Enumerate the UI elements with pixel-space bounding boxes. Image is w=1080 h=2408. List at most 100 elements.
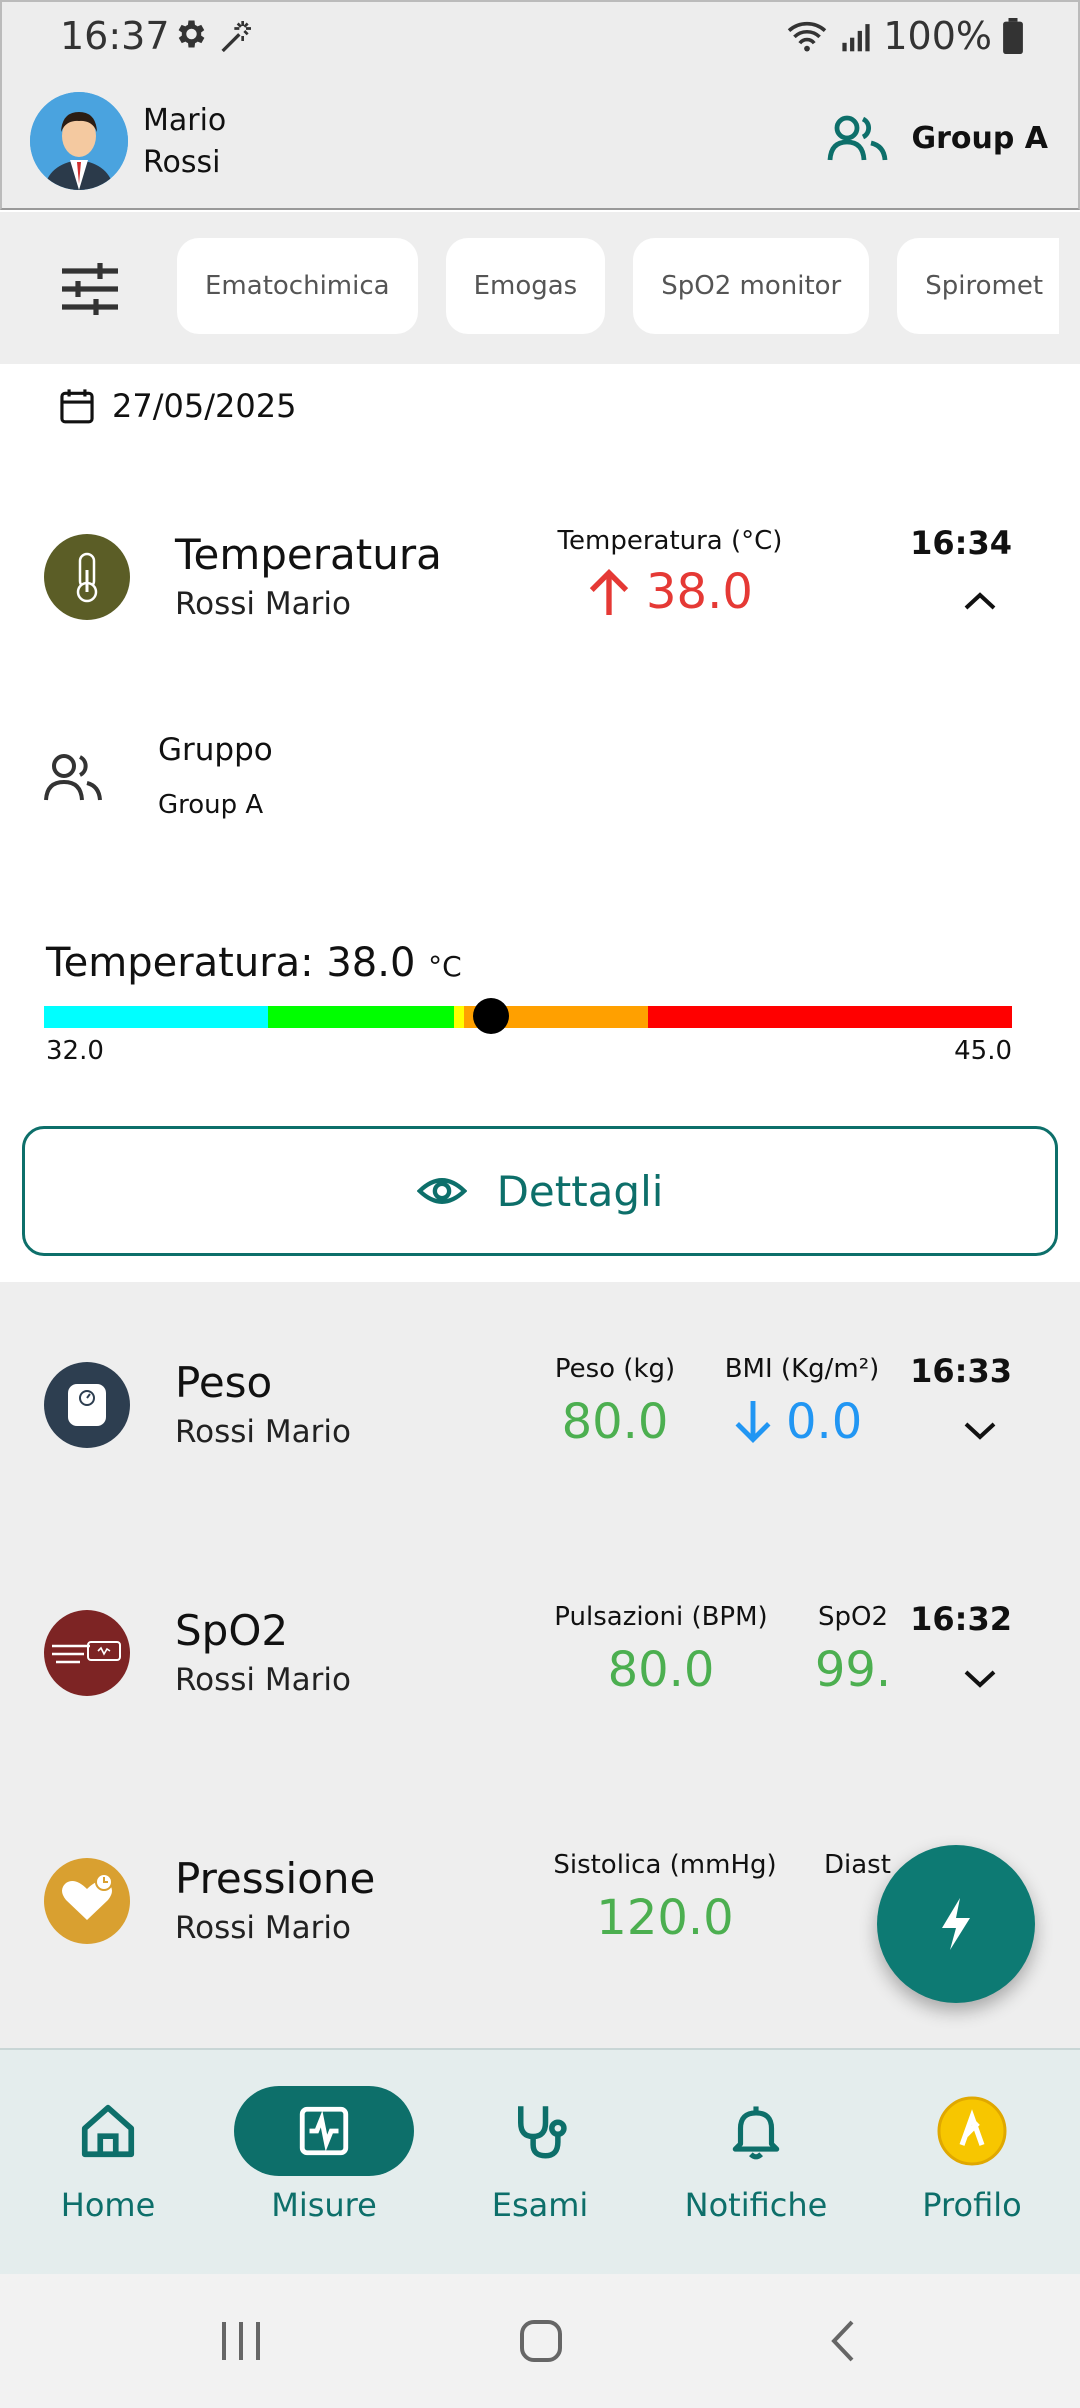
arrow-up-icon — [589, 569, 629, 615]
oximeter-icon — [44, 1610, 130, 1696]
stethoscope-icon — [518, 2106, 567, 2159]
status-time: 16:37 — [60, 14, 170, 58]
chip-emogas[interactable]: Emogas — [445, 238, 606, 334]
home-button-icon[interactable] — [518, 2318, 564, 2364]
temperature-card[interactable]: Temperatura Rossi Mario Temperatura (°C)… — [0, 480, 1080, 1280]
card-patient: Rossi Mario — [175, 1662, 351, 1698]
nav-misure-label: Misure — [271, 2186, 377, 2224]
card-time: 16:34 — [910, 524, 1012, 562]
range-unit: °C — [428, 950, 462, 983]
bottom-nav: Home Misure Esami Notifiche Profilo — [0, 2048, 1080, 2274]
chevron-down-icon[interactable] — [962, 1420, 998, 1442]
arrow-down-icon — [735, 1401, 771, 1443]
card-title: Pressione — [175, 1854, 376, 1903]
recent-apps-icon[interactable] — [218, 2318, 264, 2364]
metric-value-1: 80.0 — [607, 1642, 715, 1698]
magic-wand-icon — [221, 21, 251, 53]
nav-esami[interactable]: Esami — [440, 2086, 640, 2224]
card-time: 16:33 — [910, 1352, 1012, 1390]
profile-logo-icon — [937, 2096, 1007, 2166]
metric-label: Temperatura (°C) — [557, 526, 783, 556]
metric-label-1: Peso (kg) — [554, 1354, 676, 1384]
card-title: Temperatura — [175, 530, 442, 579]
nav-home-label: Home — [60, 2186, 156, 2224]
nav-misure-active-pill — [234, 2086, 414, 2176]
peso-card[interactable]: Peso Rossi Mario Peso (kg) 80.0 BMI (Kg/… — [0, 1282, 1080, 1530]
settings-gear-icon — [178, 20, 205, 48]
spo2-card[interactable]: SpO2 Rossi Mario Pulsazioni (BPM) 80.0 S… — [0, 1530, 1080, 1778]
group-people-icon — [44, 754, 102, 801]
card-patient: Rossi Mario — [175, 1910, 351, 1946]
chip-spo2-monitor[interactable]: SpO2 monitor — [633, 238, 870, 334]
group-title: Gruppo — [158, 732, 273, 768]
app-header: Mario Rossi Group A — [0, 70, 1080, 210]
nav-home[interactable]: Home — [8, 2086, 208, 2224]
temperature-range-bar — [44, 1006, 1012, 1028]
activity-icon — [299, 2106, 349, 2156]
nav-profilo-label: Profilo — [922, 2186, 1022, 2224]
chip-ematochimica[interactable]: Ematochimica — [177, 238, 418, 334]
signal-icon — [842, 24, 870, 52]
chevron-up-icon[interactable] — [962, 590, 998, 612]
date-row: 27/05/2025 — [58, 386, 296, 426]
range-min: 32.0 — [46, 1036, 104, 1066]
metric-value-2: 99. — [814, 1642, 892, 1698]
card-patient: Rossi Mario — [175, 586, 351, 622]
group-info: Gruppo Group A — [44, 732, 273, 820]
range-title-text: Temperatura: 38.0 — [46, 940, 416, 986]
metric-value-1: 80.0 — [561, 1394, 669, 1450]
metric-value-1: 120.0 — [596, 1890, 734, 1946]
battery-icon — [1003, 18, 1023, 54]
home-icon — [81, 2104, 135, 2158]
blood-pressure-icon — [44, 1858, 130, 1944]
system-nav-bar — [0, 2274, 1080, 2408]
group-icon — [828, 115, 888, 161]
battery-percent: 100% — [883, 14, 992, 58]
thermometer-icon — [44, 534, 130, 620]
filter-bar: Ematochimica Emogas SpO2 monitor Spiromet — [0, 212, 1080, 364]
status-bar: 16:37 100% — [0, 0, 1080, 70]
group-label: Group A — [911, 120, 1048, 156]
nav-notifiche-label: Notifiche — [684, 2186, 828, 2224]
details-button[interactable]: Dettagli — [22, 1126, 1058, 1256]
range-title: Temperatura: 38.0 °C — [46, 940, 462, 986]
card-title: SpO2 — [175, 1606, 289, 1655]
wifi-icon — [788, 21, 827, 52]
metric-label-2: SpO2 — [817, 1602, 888, 1632]
quick-action-fab[interactable] — [877, 1845, 1035, 2003]
nav-notifiche[interactable]: Notifiche — [656, 2086, 856, 2224]
range-marker — [472, 998, 509, 1034]
back-icon[interactable] — [822, 2318, 868, 2364]
nav-profilo[interactable]: Profilo — [872, 2086, 1072, 2224]
group-value: Group A — [158, 790, 264, 820]
metric-label-2: BMI (Kg/m²) — [724, 1354, 880, 1384]
metric-label-1: Pulsazioni (BPM) — [554, 1602, 768, 1632]
metric-value: 38.0 — [646, 564, 753, 620]
range-max: 45.0 — [954, 1036, 1012, 1066]
user-avatar[interactable] — [30, 92, 128, 190]
metric-value-2-row: 0.0 — [732, 1394, 862, 1450]
nav-misure[interactable]: Misure — [224, 2086, 424, 2224]
lightning-icon — [942, 1898, 970, 1950]
bell-icon — [732, 2106, 780, 2160]
card-title: Peso — [175, 1358, 273, 1407]
details-label: Dettagli — [496, 1166, 664, 1216]
metric-label-1: Sistolica (mmHg) — [553, 1850, 777, 1880]
group-selector[interactable]: Group A — [827, 114, 1048, 162]
date-label: 27/05/2025 — [112, 387, 297, 425]
user-avatar-icon — [30, 92, 128, 190]
card-patient: Rossi Mario — [175, 1414, 351, 1450]
filter-chips: Ematochimica Emogas SpO2 monitor Spiromet — [177, 238, 1059, 336]
card-time: 16:32 — [910, 1600, 1012, 1638]
calendar-icon — [60, 389, 94, 424]
metric-value-2: 0.0 — [786, 1394, 863, 1450]
chevron-down-icon[interactable] — [962, 1668, 998, 1690]
user-name: Mario Rossi — [143, 103, 227, 180]
metric-value-row: 38.0 — [586, 564, 753, 620]
chip-spirometria[interactable]: Spiromet — [897, 238, 1059, 334]
nav-esami-label: Esami — [491, 2186, 589, 2224]
eye-icon — [416, 1178, 467, 1204]
filter-sliders-icon[interactable] — [58, 257, 122, 321]
status-right: 100% — [785, 14, 1024, 58]
scale-icon — [44, 1362, 130, 1448]
